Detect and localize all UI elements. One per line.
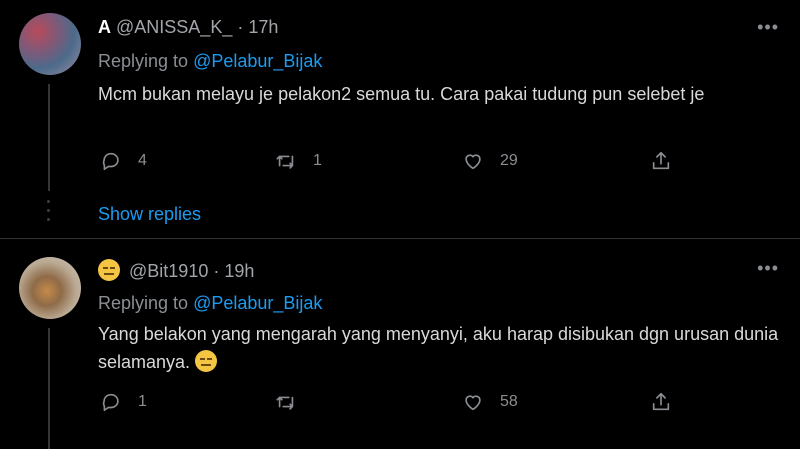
expressionless-face-emoji-icon	[195, 350, 218, 372]
tweet-header: A @ANISSA_K_ · 17h	[98, 17, 278, 38]
share-button[interactable]	[650, 391, 672, 413]
show-replies-link[interactable]: Show replies	[98, 204, 201, 225]
user-handle[interactable]: @ANISSA_K_	[116, 17, 232, 37]
share-button[interactable]	[650, 150, 672, 172]
replying-handle-link[interactable]: @Pelabur_Bijak	[193, 51, 322, 71]
thread-line	[48, 328, 50, 449]
retweet-icon	[276, 155, 294, 169]
like-button[interactable]: 58	[462, 391, 518, 413]
like-count: 58	[500, 393, 518, 410]
reply-icon	[102, 152, 119, 171]
reply-count: 4	[138, 152, 147, 169]
retweet-button[interactable]: 1	[275, 150, 322, 172]
timestamp[interactable]: 17h	[248, 17, 278, 37]
tweet-header: @Bit1910 · 19h	[98, 259, 254, 282]
tweet-text: Yang belakon yang mengarah yang menyanyi…	[98, 320, 788, 376]
retweet-icon	[276, 396, 294, 410]
replying-to: Replying to @Pelabur_Bijak	[98, 51, 322, 72]
tweet[interactable]: A @ANISSA_K_ · 17h ••• Replying to @Pela…	[0, 0, 800, 238]
tweet-text: Mcm bukan melayu je pelakon2 semua tu. C…	[98, 84, 705, 104]
user-handle[interactable]: @Bit1910	[129, 261, 208, 281]
timestamp[interactable]: 19h	[224, 261, 254, 281]
like-button[interactable]: 29	[462, 150, 518, 172]
tweet-actions: 4 1 29	[98, 150, 678, 176]
expressionless-face-emoji-icon	[98, 259, 120, 281]
replying-label: Replying to	[98, 293, 189, 313]
retweet-count: 1	[313, 152, 322, 169]
reply-button[interactable]: 4	[100, 150, 147, 172]
divider	[0, 238, 800, 239]
replying-to: Replying to @Pelabur_Bijak	[98, 293, 322, 314]
reply-button[interactable]: 1	[100, 391, 147, 413]
share-icon	[652, 151, 670, 170]
separator: ·	[213, 261, 225, 281]
reply-icon	[102, 393, 119, 412]
reply-count: 1	[138, 393, 147, 410]
avatar[interactable]	[19, 13, 81, 75]
more-icon[interactable]: •••	[757, 17, 779, 38]
share-icon	[652, 392, 670, 411]
replying-label: Replying to	[98, 51, 189, 71]
tweet-actions: 1 58	[98, 391, 678, 417]
heart-icon	[465, 395, 481, 411]
heart-icon	[465, 154, 481, 170]
replying-handle-link[interactable]: @Pelabur_Bijak	[193, 293, 322, 313]
thread-line	[48, 84, 50, 191]
more-icon[interactable]: •••	[757, 258, 779, 279]
thread-dots-icon	[46, 200, 52, 227]
avatar[interactable]	[19, 257, 81, 319]
like-count: 29	[500, 152, 518, 169]
retweet-button[interactable]	[275, 391, 313, 413]
separator: ·	[237, 17, 249, 37]
display-name[interactable]: A	[98, 17, 111, 37]
